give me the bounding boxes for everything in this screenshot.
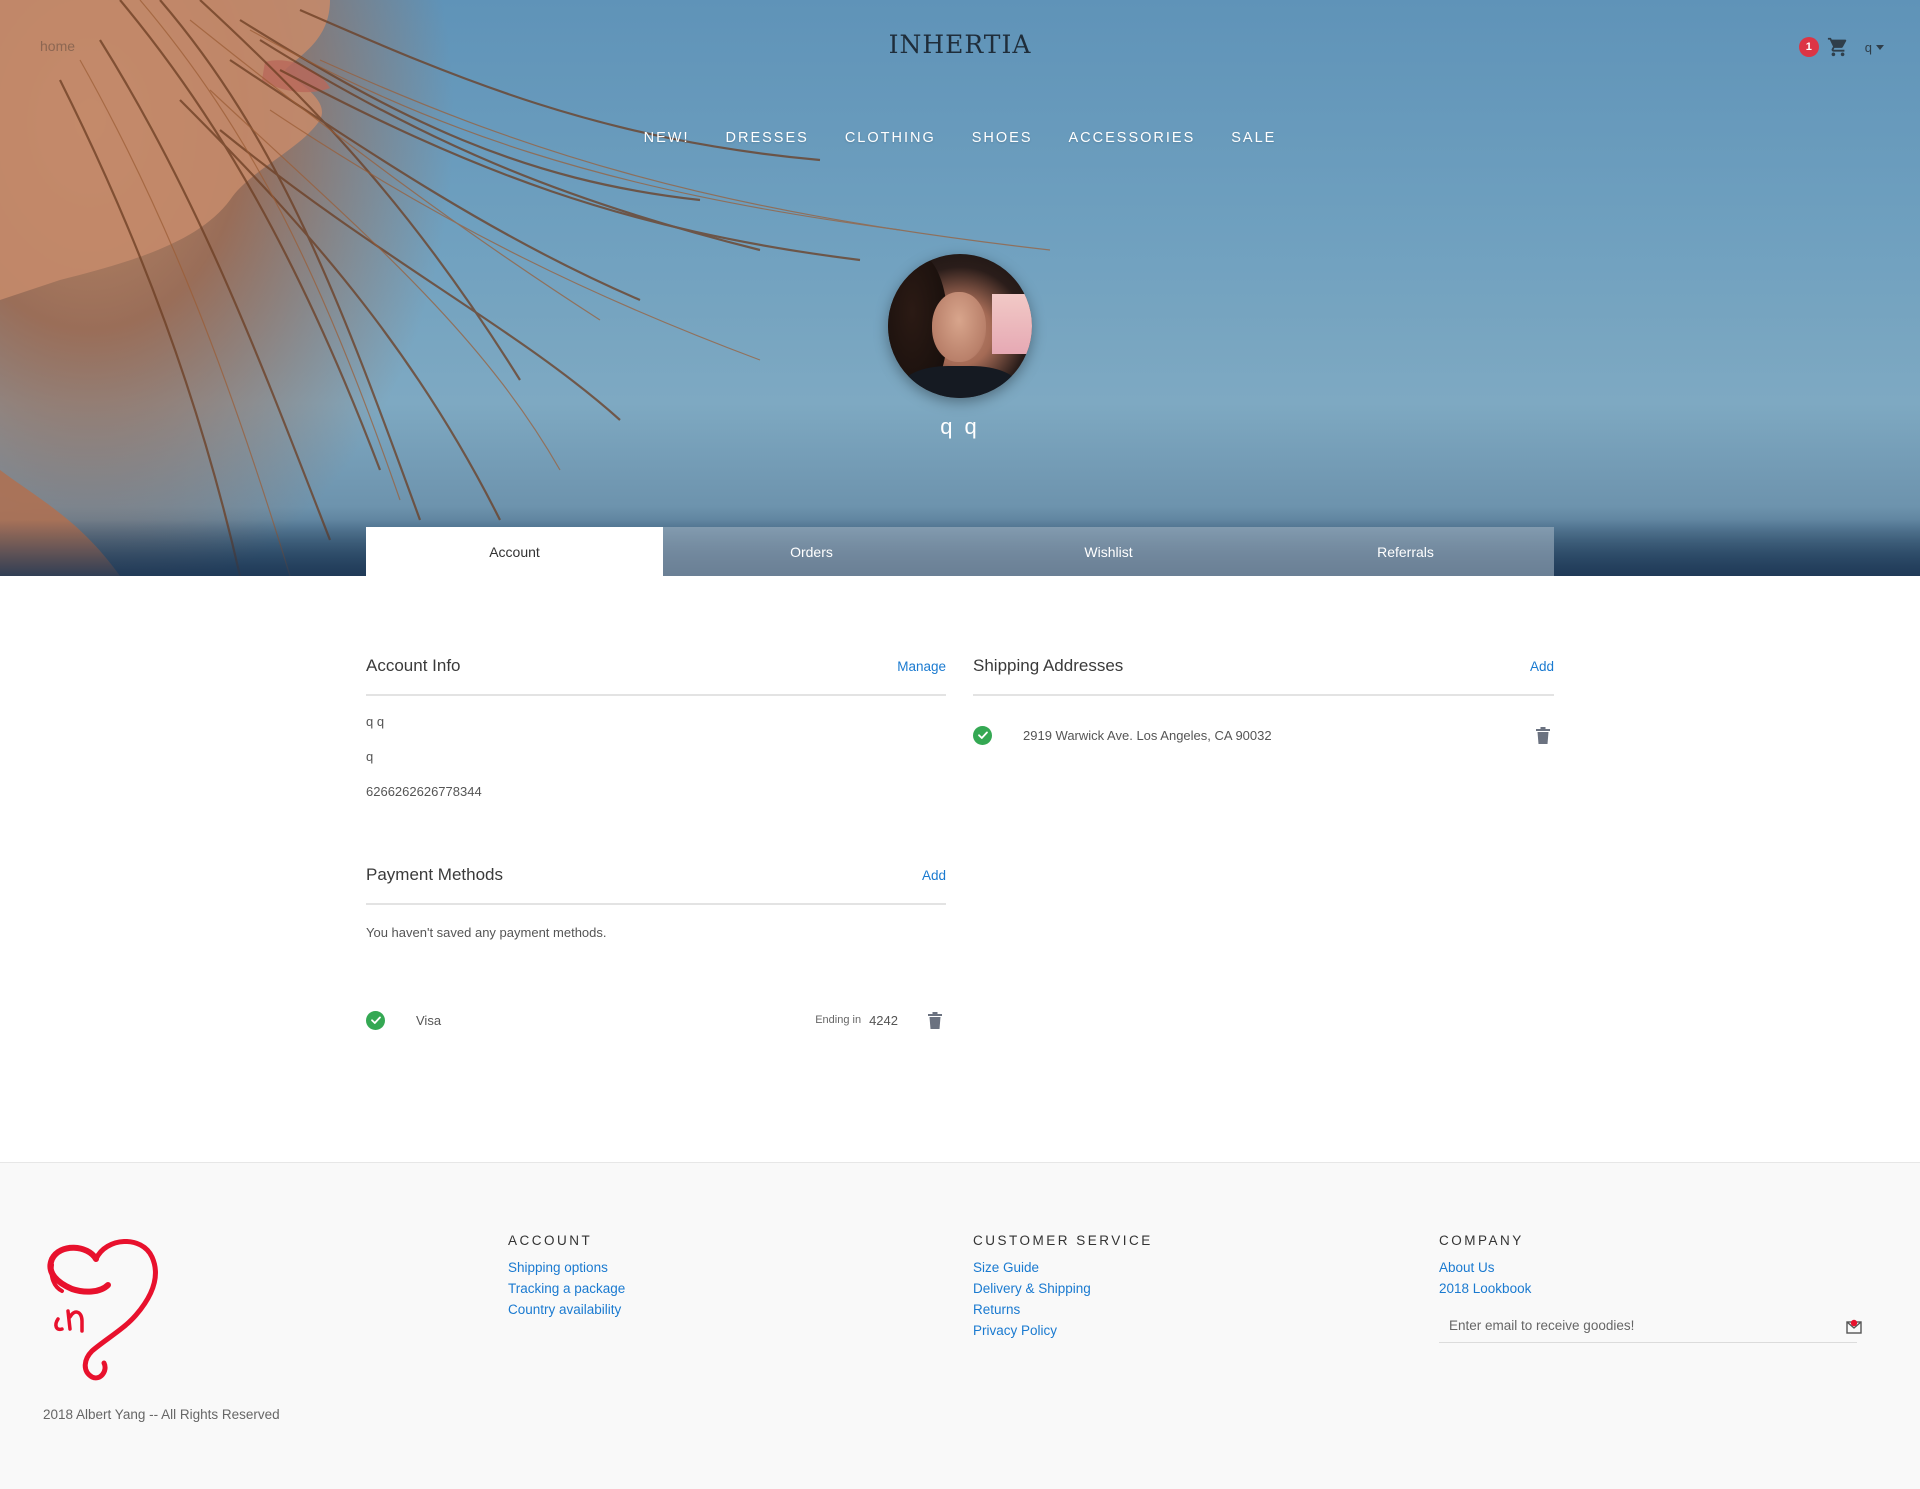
payment-methods-title: Payment Methods [366, 865, 504, 884]
shipping-header: Shipping Addresses Add [973, 656, 1554, 696]
footer-column-company: COMPANY About Us 2018 Lookbook [1439, 1233, 1531, 1299]
account-full-name: q q [366, 714, 385, 729]
footer-link-lookbook[interactable]: 2018 Lookbook [1439, 1278, 1531, 1299]
profile-tabs: Account Orders Wishlist Referrals [366, 527, 1554, 576]
payment-methods-header: Payment Methods Add [366, 865, 946, 905]
nav-item-new[interactable]: NEW! [626, 130, 708, 146]
nav-item-sale[interactable]: SALE [1213, 130, 1294, 146]
cart-icon[interactable] [1827, 36, 1849, 58]
account-username: q [366, 749, 374, 764]
footer-link-country-availability[interactable]: Country availability [508, 1299, 625, 1320]
footer-link-privacy-policy[interactable]: Privacy Policy [973, 1320, 1153, 1341]
nav-item-accessories[interactable]: ACCESSORIES [1051, 130, 1214, 146]
chevron-down-icon [1876, 44, 1884, 50]
payment-methods-section: Payment Methods Add You haven't saved an… [366, 865, 946, 940]
add-payment-button[interactable]: Add [922, 868, 946, 883]
user-menu-dropdown[interactable]: q [1865, 40, 1884, 55]
manage-account-button[interactable]: Manage [897, 659, 946, 674]
user-menu-label: q [1864, 39, 1872, 55]
main-navigation: NEW! DRESSES CLOTHING SHOES ACCESSORIES … [0, 130, 1920, 146]
footer-link-tracking[interactable]: Tracking a package [508, 1278, 625, 1299]
payment-empty-note: You haven't saved any payment methods. [366, 925, 607, 940]
card-ending-label: Ending in [815, 1014, 862, 1026]
newsletter-email-input[interactable] [1439, 1317, 1831, 1334]
account-info-section: Account Info Manage q q q 62662626267783… [366, 656, 946, 801]
address-text: 2919 Warwick Ave. Los Angeles, CA 90032 [1023, 727, 1272, 743]
tab-referrals[interactable]: Referrals [1257, 527, 1554, 576]
tab-orders[interactable]: Orders [663, 527, 960, 576]
add-address-button[interactable]: Add [1530, 659, 1554, 674]
nav-item-dresses[interactable]: DRESSES [708, 130, 827, 146]
footer-link-delivery-shipping[interactable]: Delivery & Shipping [973, 1278, 1153, 1299]
shipping-title: Shipping Addresses [973, 656, 1124, 675]
check-circle-icon [973, 725, 992, 745]
account-phone: 6266262626778344 [366, 784, 482, 799]
nav-item-shoes[interactable]: SHOES [954, 130, 1051, 146]
footer-link-size-guide[interactable]: Size Guide [973, 1257, 1153, 1278]
mail-send-icon[interactable] [1845, 1317, 1863, 1335]
check-circle-icon [366, 1010, 385, 1030]
header-actions: 1 q [1798, 36, 1884, 58]
footer-link-returns[interactable]: Returns [973, 1299, 1153, 1320]
heart-logo-icon[interactable] [44, 1231, 164, 1381]
footer-column-customer-service: CUSTOMER SERVICE Size Guide Delivery & S… [973, 1233, 1153, 1341]
trash-icon[interactable] [928, 1011, 942, 1029]
avatar [888, 254, 1032, 398]
profile-name: q q [940, 414, 980, 439]
tab-account[interactable]: Account [366, 527, 663, 576]
nav-item-clothing[interactable]: CLOTHING [827, 130, 954, 146]
footer-link-about-us[interactable]: About Us [1439, 1257, 1531, 1278]
card-brand: Visa [416, 1012, 442, 1028]
account-info-header: Account Info Manage [366, 656, 946, 696]
shipping-addresses-section: Shipping Addresses Add [973, 656, 1554, 696]
footer-column-account: ACCOUNT Shipping options Tracking a pack… [508, 1233, 625, 1320]
footer-column-title: CUSTOMER SERVICE [973, 1233, 1153, 1248]
account-info-title: Account Info [366, 656, 461, 675]
cart-count-badge: 1 [1798, 37, 1819, 57]
footer-column-title: ACCOUNT [508, 1233, 593, 1248]
trash-icon[interactable] [1536, 726, 1550, 744]
brand-logo[interactable]: INHERTIA [0, 30, 1920, 59]
footer-link-shipping-options[interactable]: Shipping options [508, 1257, 625, 1278]
card-last4: 4242 [869, 1012, 898, 1028]
footer: 2018 Albert Yang -- All Rights Reserved … [0, 1162, 1920, 1489]
footer-column-title: COMPANY [1439, 1233, 1524, 1248]
copyright-text: 2018 Albert Yang -- All Rights Reserved [43, 1407, 280, 1422]
payment-card-row: Visa Ending in 4242 [366, 1010, 942, 1030]
newsletter-form [1439, 1309, 1862, 1343]
tab-wishlist[interactable]: Wishlist [960, 527, 1257, 576]
address-row: 2919 Warwick Ave. Los Angeles, CA 90032 [973, 725, 1554, 745]
